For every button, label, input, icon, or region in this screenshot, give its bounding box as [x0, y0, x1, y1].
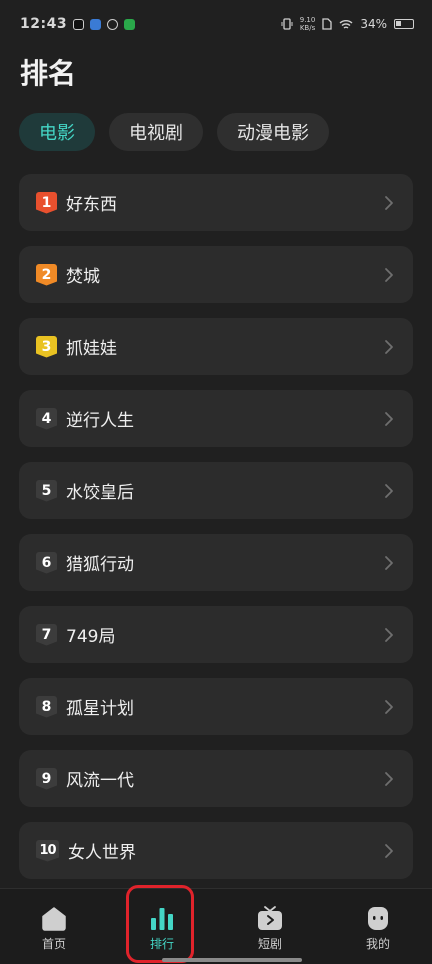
ranking-row-4[interactable]: 4 逆行人生 — [19, 390, 413, 447]
nav-home-label: 首页 — [41, 937, 66, 951]
ranking-row-7[interactable]: 7 749局 — [19, 606, 413, 663]
movie-title: 好东西 — [66, 195, 117, 215]
ranking-row-1[interactable]: 1 好东西 — [19, 174, 413, 231]
nav-home[interactable]: 首页 — [0, 889, 108, 964]
bar-chart-icon — [151, 908, 173, 930]
ranking-row-10[interactable]: 10 女人世界 — [19, 822, 413, 879]
net-speed: 9.10 KB/s — [300, 16, 316, 32]
net-speed-unit: KB/s — [299, 24, 316, 32]
rank-badge: 7 — [36, 623, 57, 646]
chevron-right-icon — [385, 843, 393, 858]
wechat-notification-icon — [124, 18, 136, 30]
battery-percent: 34% — [360, 17, 387, 31]
vibrate-icon — [281, 18, 293, 30]
chevron-right-icon — [385, 267, 393, 282]
status-left: 12:43 — [20, 16, 136, 32]
movie-title: 水饺皇后 — [66, 483, 134, 503]
rank-badge: 5 — [36, 479, 57, 502]
net-speed-value: 9.10 — [299, 16, 316, 24]
rank-badge: 2 — [36, 263, 57, 286]
chevron-right-icon — [385, 195, 393, 210]
movie-title: 焚城 — [66, 267, 100, 287]
ranking-row-3[interactable]: 3 抓娃娃 — [19, 318, 413, 375]
movie-title: 孤星计划 — [66, 699, 134, 719]
ranking-row-2[interactable]: 2 焚城 — [19, 246, 413, 303]
chevron-right-icon — [385, 627, 393, 642]
status-right: 9.10 KB/s 34% — [281, 16, 414, 32]
home-icon — [42, 907, 66, 931]
movie-title: 风流一代 — [66, 771, 134, 791]
chevron-right-icon — [385, 555, 393, 570]
movie-title: 抓娃娃 — [66, 339, 117, 359]
movie-title: 逆行人生 — [66, 411, 134, 431]
page-title: 排名 — [20, 57, 77, 90]
tiktok-notification-icon — [73, 18, 85, 30]
tab-anime-movies[interactable]: 动漫电影 — [217, 113, 329, 151]
home-indicator[interactable] — [162, 958, 302, 962]
chevron-right-icon — [385, 771, 393, 786]
tab-movies[interactable]: 电影 — [19, 113, 95, 151]
movie-title: 749局 — [66, 627, 116, 647]
ranking-row-9[interactable]: 9 风流一代 — [19, 750, 413, 807]
nav-short-drama[interactable]: 短剧 — [216, 889, 324, 964]
profile-face-icon — [368, 906, 388, 930]
rank-badge: 1 — [36, 191, 57, 214]
ranking-row-8[interactable]: 8 孤星计划 — [19, 678, 413, 735]
tv-play-icon — [258, 906, 282, 930]
chevron-right-icon — [385, 483, 393, 498]
link-notification-icon — [107, 18, 119, 30]
ranking-list: 1 好东西 2 焚城 3 抓娃娃 4 逆行人生 5 水饺皇后 6 猎狐行动 7 … — [19, 174, 413, 894]
rank-badge: 3 — [36, 335, 57, 358]
rank-badge: 6 — [36, 551, 57, 574]
ranking-row-6[interactable]: 6 猎狐行动 — [19, 534, 413, 591]
chevron-right-icon — [385, 339, 393, 354]
app-notification-icon — [90, 18, 102, 30]
chevron-right-icon — [385, 699, 393, 714]
nav-ranking-label: 排行 — [149, 937, 174, 951]
status-time: 12:43 — [20, 16, 68, 32]
bottom-nav: 首页 排行 短剧 我的 — [0, 888, 432, 964]
sim-icon — [322, 18, 332, 30]
rank-badge: 4 — [36, 407, 57, 430]
tab-tv-series[interactable]: 电视剧 — [109, 113, 203, 151]
wifi-icon — [339, 19, 353, 29]
status-bar: 12:43 9.10 KB/s 34% — [0, 0, 432, 48]
movie-title: 猎狐行动 — [66, 555, 134, 575]
rank-badge: 10 — [36, 839, 59, 862]
movie-title: 女人世界 — [68, 843, 136, 863]
nav-profile-label: 我的 — [365, 937, 390, 951]
rank-badge: 8 — [36, 695, 57, 718]
nav-ranking[interactable]: 排行 — [108, 889, 216, 964]
category-tabs: 电影 电视剧 动漫电影 — [19, 113, 329, 151]
nav-short-drama-label: 短剧 — [257, 937, 282, 951]
chevron-right-icon — [385, 411, 393, 426]
battery-icon — [394, 19, 414, 29]
ranking-row-5[interactable]: 5 水饺皇后 — [19, 462, 413, 519]
nav-profile[interactable]: 我的 — [324, 889, 432, 964]
rank-badge: 9 — [36, 767, 57, 790]
